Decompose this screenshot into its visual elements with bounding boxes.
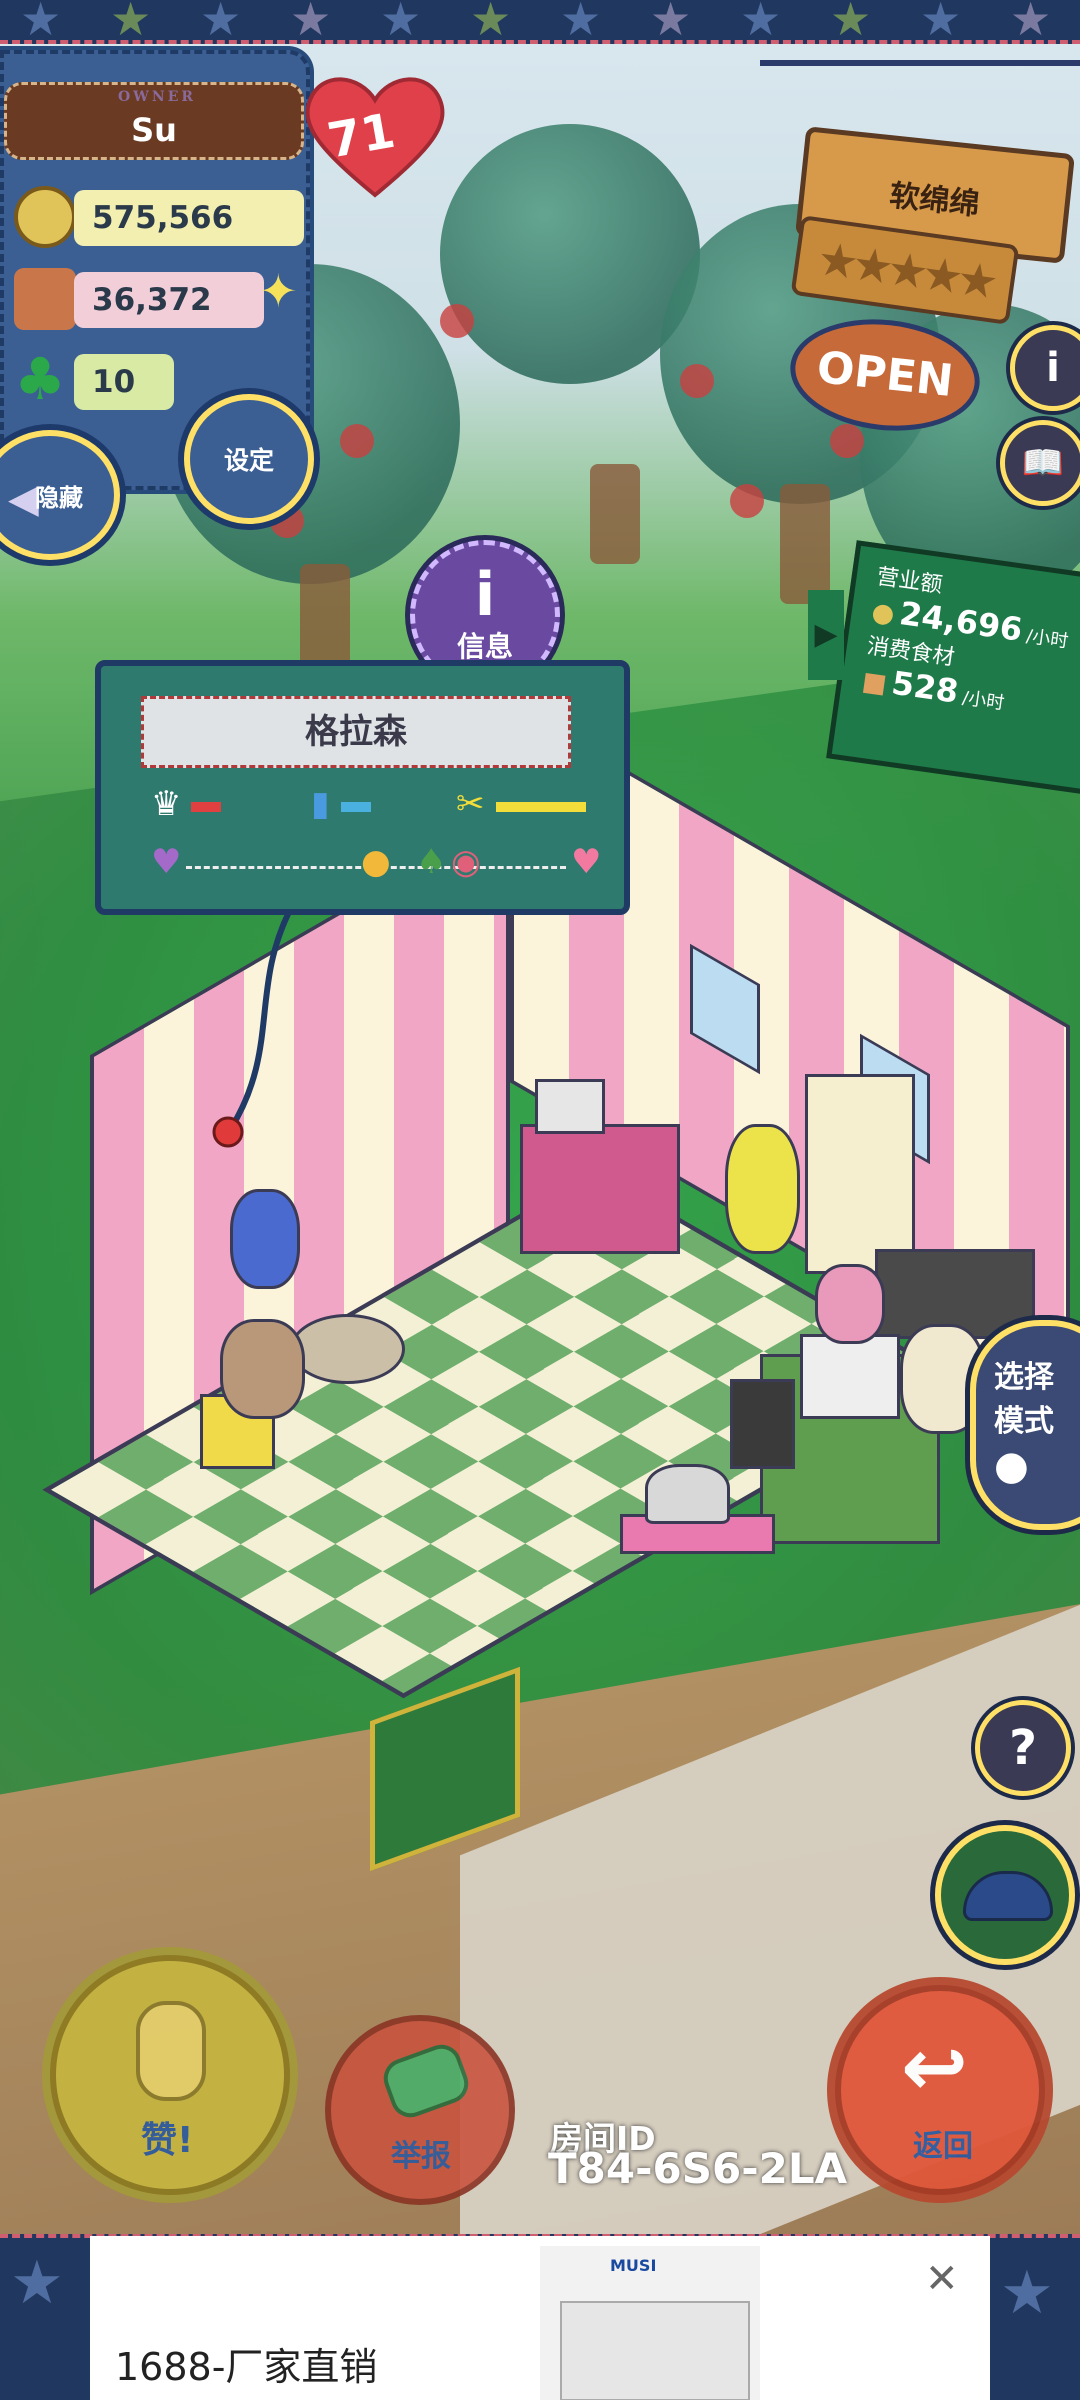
bear-staff-yellow[interactable] xyxy=(725,1124,800,1254)
apple xyxy=(730,484,764,518)
heart-icon: ♥ xyxy=(571,842,602,882)
skill-bar xyxy=(496,802,586,812)
refrigerator[interactable] xyxy=(805,1074,915,1274)
book-icon: 📖 xyxy=(1021,443,1065,483)
chef-hat-icon: ♛ xyxy=(151,784,182,824)
apple xyxy=(340,424,374,458)
like-button[interactable]: 赞! xyxy=(50,1955,290,2195)
oven-image xyxy=(560,2301,750,2400)
owner-panel: OWNER Su 575,566 36,372 ✦ ♣ 10 设定 xyxy=(0,50,314,524)
cash-register xyxy=(535,1079,605,1134)
revenue-toggle-arrow-icon[interactable]: ▶ xyxy=(808,590,844,680)
customer-skill-bars: ♛ ▮ ✂ xyxy=(141,784,611,834)
coins-row: 575,566 xyxy=(14,182,314,254)
ingredients-row: 36,372 ✦ xyxy=(14,264,314,336)
tree-trunk xyxy=(780,484,830,604)
report-button[interactable]: 举报 xyxy=(325,2015,515,2205)
help-button[interactable]: ? xyxy=(975,1700,1071,1796)
owner-name: Su xyxy=(131,111,177,149)
cash-counter[interactable] xyxy=(520,1124,680,1254)
select-mode-button[interactable]: 选择 模式 ● xyxy=(970,1320,1080,1530)
ad-banner[interactable]: 1688-厂家直销 MUSI ✕ xyxy=(90,2236,990,2400)
return-arrow-icon: ↩ xyxy=(901,2021,969,2114)
recipe-book-button[interactable]: 📖 xyxy=(1000,420,1080,506)
thumbs-up-icon xyxy=(136,2001,206,2101)
clover-icon: ♣ xyxy=(14,345,66,413)
bear-staff-pink[interactable] xyxy=(815,1264,885,1344)
mode-label-line1: 选择 xyxy=(994,1360,1054,1395)
skill-bar xyxy=(341,802,371,812)
clovers-row: ♣ 10 xyxy=(14,346,214,418)
skill-bar xyxy=(191,802,221,812)
customer-name: 格拉森 xyxy=(141,696,571,768)
apple xyxy=(830,424,864,458)
tree-trunk xyxy=(590,464,640,564)
hide-label: 隐藏 xyxy=(35,483,83,512)
cat-icon: ● xyxy=(361,842,391,882)
top-frame-strip: ★ ★ ★ ★ ★ ★ ★ ★ ★ ★ ★ ★ xyxy=(0,0,1080,44)
consumption-value: 528 xyxy=(889,663,961,711)
revenue-unit: /小时 xyxy=(1024,625,1070,653)
coin-icon: ● xyxy=(869,597,897,631)
ad-brand-logo: MUSI xyxy=(610,2256,657,2275)
apple xyxy=(680,364,714,398)
lollipop-icon: ◉ xyxy=(451,842,481,882)
mode-label-line2: 模式 xyxy=(994,1404,1054,1439)
coins-value: 575,566 xyxy=(74,190,304,246)
coin-icon xyxy=(14,186,76,248)
heart-level-badge[interactable]: 71 xyxy=(300,70,450,200)
info-icon: i xyxy=(474,560,496,630)
bear-icon: ● xyxy=(994,1443,1029,1489)
apple xyxy=(440,304,474,338)
bear-customer-blue[interactable] xyxy=(230,1189,300,1289)
ad-product-image[interactable]: MUSI xyxy=(540,2246,760,2400)
level-number: 71 xyxy=(324,103,400,170)
book-icon: ▮ xyxy=(311,784,330,824)
info-icon: i xyxy=(1046,345,1060,391)
tree-trunk xyxy=(300,564,350,674)
close-icon[interactable]: ✕ xyxy=(925,2256,959,2302)
ingredients-value: 36,372 xyxy=(74,272,264,328)
microwave xyxy=(800,1334,900,1419)
question-icon: ? xyxy=(1009,1720,1037,1776)
room-id-value: T84-6S6-2LA xyxy=(548,2144,848,2193)
hat-icon xyxy=(963,1871,1053,1921)
like-label: 赞! xyxy=(141,2120,194,2161)
owner-name-plate[interactable]: OWNER Su xyxy=(4,82,304,160)
revenue-board: 营业额 ● 24,696 /小时 消费食材 ■ 528 /小时 xyxy=(826,540,1080,800)
customer-preferences: ♥ ● ♠ ◉ ♥ xyxy=(141,842,611,892)
clovers-value: 10 xyxy=(74,354,174,410)
settings-button[interactable]: 设定 xyxy=(184,394,314,524)
owner-tag: OWNER xyxy=(117,89,197,105)
report-label: 举报 xyxy=(391,2139,451,2174)
ad-text[interactable]: 1688-厂家直销 xyxy=(115,2336,377,2391)
consumption-unit: /小时 xyxy=(960,687,1006,715)
coffee-maker xyxy=(730,1379,795,1469)
round-table[interactable] xyxy=(290,1314,405,1384)
sign-bracket xyxy=(760,60,1080,80)
back-label: 返回 xyxy=(913,2129,973,2164)
rice-cooker xyxy=(645,1464,730,1524)
whistle-icon xyxy=(378,2039,474,2123)
basket-icon: ■ xyxy=(860,666,889,700)
hat-button[interactable] xyxy=(935,1825,1075,1965)
info-label: 信息 xyxy=(456,630,513,663)
broken-heart-icon: ♥ xyxy=(151,842,182,882)
basket-icon xyxy=(14,268,76,330)
sparkle-icon: ✦ xyxy=(259,264,298,318)
customer-info-card[interactable]: 格拉森 ♛ ▮ ✂ ♥ ● ♠ ◉ ♥ xyxy=(95,660,630,915)
info-card-string xyxy=(212,910,293,1148)
bear-customer-brown[interactable] xyxy=(220,1319,305,1419)
back-button[interactable]: ↩ 返回 xyxy=(835,1985,1045,2195)
ribbon-icon: ✂ xyxy=(456,784,485,824)
leaf-icon: ♠ xyxy=(416,842,447,882)
